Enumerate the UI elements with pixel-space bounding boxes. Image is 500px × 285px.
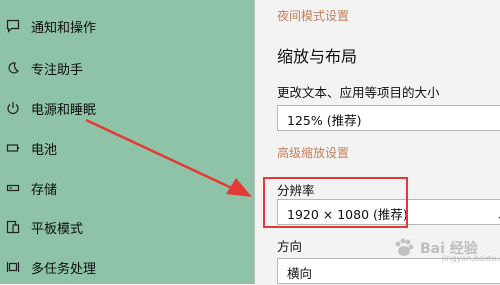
baidu-paw-icon — [395, 238, 414, 256]
baidu-watermark: Bai 经验 jingyan.baidu.com — [380, 232, 500, 264]
watermark-sub: jingyan.baidu.com — [442, 254, 500, 263]
